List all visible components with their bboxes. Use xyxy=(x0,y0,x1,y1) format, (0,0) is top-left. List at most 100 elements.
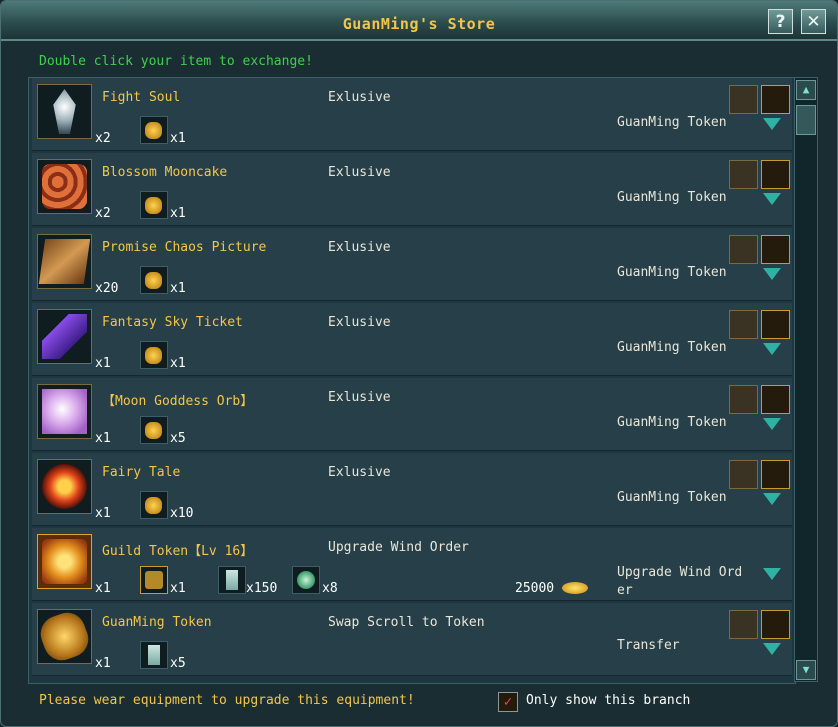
lock-icon[interactable] xyxy=(761,85,790,114)
equipment-warning: Please wear equipment to upgrade this eq… xyxy=(39,693,415,708)
store-window: GuanMing's Store ? ✕ Double click your i… xyxy=(0,0,838,727)
item-row[interactable]: x1 Fantasy Sky Ticket Exlusive x1 GuanMi… xyxy=(32,303,792,376)
lock-icon[interactable] xyxy=(761,310,790,339)
item-name: Fantasy Sky Ticket xyxy=(102,315,243,330)
expand-arrow-icon[interactable] xyxy=(763,418,781,430)
token-cost-quantity: x1 xyxy=(170,356,186,371)
item-name: GuanMing Token xyxy=(102,615,212,630)
item-row[interactable]: x2 Fight Soul Exlusive x1 GuanMing Token xyxy=(32,78,792,151)
token-cost-icon xyxy=(140,266,168,294)
cost-quantity-2: x150 xyxy=(246,581,278,596)
item-row[interactable]: x20 Promise Chaos Picture Exlusive x1 Gu… xyxy=(32,228,792,301)
wind-order-icon xyxy=(145,571,163,589)
item-name: Promise Chaos Picture xyxy=(102,240,267,255)
gold-token-icon xyxy=(145,347,162,364)
item-quantity: x20 xyxy=(95,281,119,296)
scroll-down-button[interactable]: ▼ xyxy=(796,660,816,680)
item-info-icon[interactable] xyxy=(729,160,758,189)
item-icon[interactable] xyxy=(37,309,92,364)
item-icon[interactable] xyxy=(37,84,92,139)
scroll-cost-icon xyxy=(140,641,168,669)
token-cost-icon xyxy=(140,491,168,519)
currency-label: Upgrade Wind Ord er xyxy=(617,565,743,598)
guild-token-icon xyxy=(42,539,87,584)
item-category: Exlusive xyxy=(328,390,391,405)
lock-icon[interactable] xyxy=(761,460,790,489)
item-info-icon[interactable] xyxy=(729,85,758,114)
fight-soul-icon xyxy=(53,89,76,134)
token-cost-icon xyxy=(140,191,168,219)
item-icon[interactable] xyxy=(37,459,92,514)
item-row[interactable]: x2 Blossom Mooncake Exlusive x1 GuanMing… xyxy=(32,153,792,226)
cost-quantity-3: x8 xyxy=(322,581,338,596)
scrollbar[interactable]: ▲ ▼ xyxy=(794,77,818,682)
item-info-icon[interactable] xyxy=(729,385,758,414)
token-cost-quantity: x1 xyxy=(170,131,186,146)
item-row-guild-token[interactable]: x1 Guild Token【Lv 16】 Upgrade Wind Order… xyxy=(32,528,792,601)
item-name: 【Moon Goddess Orb】 xyxy=(102,394,254,409)
token-cost-quantity: x1 xyxy=(170,206,186,221)
item-info-icon[interactable] xyxy=(729,235,758,264)
item-icon[interactable] xyxy=(37,159,92,214)
expand-arrow-icon[interactable] xyxy=(763,493,781,505)
lock-icon[interactable] xyxy=(761,160,790,189)
token-cost-icon xyxy=(140,341,168,369)
item-quantity: x1 xyxy=(95,581,111,596)
branch-filter-label[interactable]: Only show this branch xyxy=(526,693,690,708)
lock-icon[interactable] xyxy=(761,385,790,414)
token-cost-quantity: x1 xyxy=(170,281,186,296)
item-icon[interactable] xyxy=(37,234,92,289)
item-info-icon[interactable] xyxy=(729,310,758,339)
token-cost-quantity: x10 xyxy=(170,506,194,521)
item-quantity: x1 xyxy=(95,506,111,521)
item-quantity: x1 xyxy=(95,356,111,371)
title-bar: GuanMing's Store ? ✕ xyxy=(1,1,837,41)
exchange-hint: Double click your item to exchange! xyxy=(39,54,313,69)
guanming-token-icon xyxy=(35,607,94,666)
item-info-icon[interactable] xyxy=(729,460,758,489)
item-icon[interactable] xyxy=(37,534,92,589)
expand-arrow-icon[interactable] xyxy=(763,193,781,205)
scroll-icon xyxy=(148,645,160,665)
gold-token-icon xyxy=(145,422,162,439)
scroll-icon xyxy=(226,570,238,590)
jade-cost-icon xyxy=(292,566,320,594)
gold-token-icon xyxy=(145,497,162,514)
token-cost-icon xyxy=(140,416,168,444)
item-icon[interactable] xyxy=(35,607,94,666)
item-row-guanming-token[interactable]: x1 GuanMing Token Swap Scroll to Token x… xyxy=(32,603,792,676)
item-info-icon[interactable] xyxy=(729,610,758,639)
expand-arrow-icon[interactable] xyxy=(763,643,781,655)
expand-arrow-icon[interactable] xyxy=(763,118,781,130)
currency-label: GuanMing Token xyxy=(617,340,727,355)
lock-icon[interactable] xyxy=(761,235,790,264)
lock-icon[interactable] xyxy=(761,610,790,639)
scroll-thumb[interactable] xyxy=(796,105,816,135)
currency-label: GuanMing Token xyxy=(617,115,727,130)
item-row[interactable]: x1 【Moon Goddess Orb】 Exlusive x5 GuanMi… xyxy=(32,378,792,451)
item-list-panel: x2 Fight Soul Exlusive x1 GuanMing Token… xyxy=(28,77,796,684)
item-category: Swap Scroll to Token xyxy=(328,615,485,630)
wind-order-cost-icon xyxy=(140,566,168,594)
token-cost-quantity: x5 xyxy=(170,431,186,446)
expand-arrow-icon[interactable] xyxy=(763,343,781,355)
jade-orb-icon xyxy=(297,571,315,589)
gold-cost: 25000 xyxy=(515,581,555,596)
branch-filter-checkbox[interactable]: ✓ xyxy=(498,692,518,712)
close-button[interactable]: ✕ xyxy=(801,9,826,34)
scroll-up-button[interactable]: ▲ xyxy=(796,80,816,100)
help-button[interactable]: ? xyxy=(768,9,793,34)
cost-quantity: x5 xyxy=(170,656,186,671)
item-name: Blossom Mooncake xyxy=(102,165,228,180)
expand-arrow-icon[interactable] xyxy=(763,568,781,580)
scroll-cost-icon xyxy=(218,566,246,594)
item-quantity: x2 xyxy=(95,131,111,146)
item-icon[interactable] xyxy=(37,384,92,439)
cost-quantity-1: x1 xyxy=(170,581,186,596)
expand-arrow-icon[interactable] xyxy=(763,268,781,280)
item-category: Exlusive xyxy=(328,315,391,330)
item-category: Exlusive xyxy=(328,165,391,180)
item-row[interactable]: x1 Fairy Tale Exlusive x10 GuanMing Toke… xyxy=(32,453,792,526)
item-category: Exlusive xyxy=(328,90,391,105)
item-quantity: x2 xyxy=(95,206,111,221)
